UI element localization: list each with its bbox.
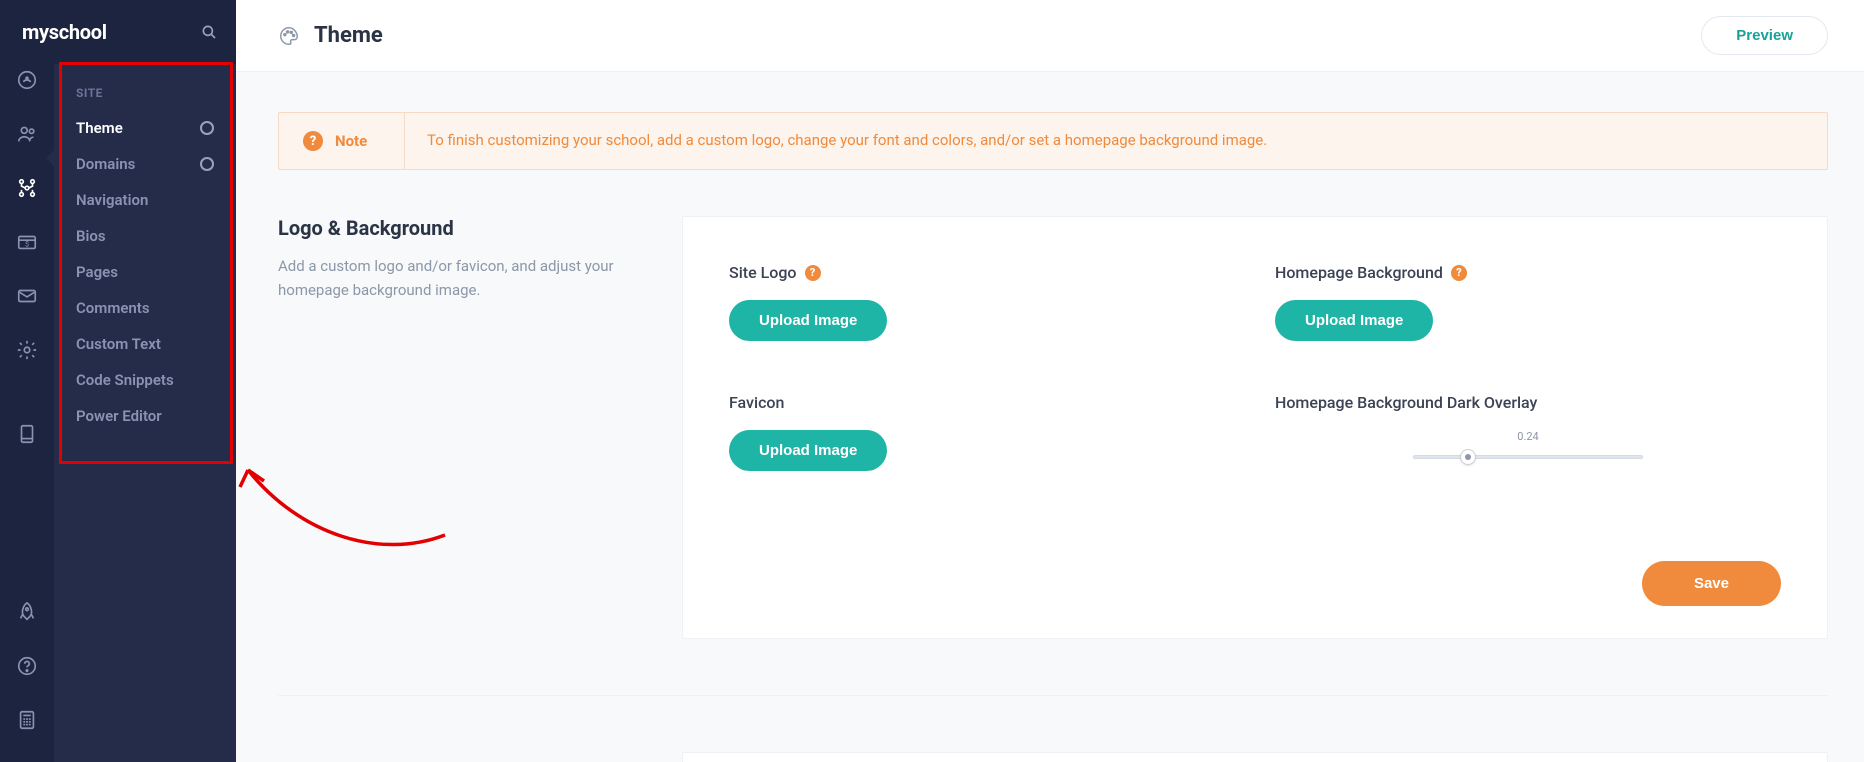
sidebar-item-power-editor[interactable]: Power Editor [54,398,236,434]
section-title: Logo & Background [278,216,658,240]
field-site-logo: Site Logo ? Upload Image [729,263,1235,341]
search-icon[interactable] [200,23,218,41]
help-icon[interactable] [15,654,39,678]
icon-rail: $ [0,0,54,762]
field-overlay: Homepage Background Dark Overlay 0.24 [1275,393,1781,471]
status-ring-icon [200,121,214,135]
field-label: Site Logo [729,263,797,282]
field-label: Homepage Background [1275,263,1443,282]
sidebar-item-label: Comments [76,299,150,317]
section-card: Site Logo ? Upload Image Homepage Backgr… [682,216,1828,639]
note-banner: ? Note To finish customizing your school… [278,112,1828,170]
slider-value: 0.24 [1517,430,1538,443]
note-text: To finish customizing your school, add a… [405,113,1289,169]
sidebar-item-bios[interactable]: Bios [54,218,236,254]
section-divider [278,695,1828,696]
preview-button[interactable]: Preview [1701,16,1828,55]
question-icon: ? [303,131,323,151]
sidebar-item-navigation[interactable]: Navigation [54,182,236,218]
note-badge: Note [335,132,367,150]
field-favicon: Favicon Upload Image [729,393,1235,471]
help-icon[interactable]: ? [1451,265,1467,281]
sidebar-item-label: Code Snippets [76,371,174,389]
sidebar-item-label: Custom Text [76,335,161,353]
sidebar-heading: SITE [54,80,236,110]
sidebar-item-theme[interactable]: Theme [54,110,236,146]
sidebar-item-label: Power Editor [76,407,162,425]
sidebar-item-label: Domains [76,155,135,173]
site-icon[interactable] [15,176,39,200]
sidebar: myschool SITE Theme Domains Navigation B… [54,0,236,762]
rocket-icon[interactable] [15,600,39,624]
page-title: Theme [314,23,383,48]
status-ring-icon [200,157,214,171]
palette-icon [278,25,300,47]
emails-icon[interactable] [15,284,39,308]
sidebar-item-label: Pages [76,263,118,281]
sidebar-item-custom-text[interactable]: Custom Text [54,326,236,362]
svg-text:$: $ [25,240,29,249]
content-area: ? Note To finish customizing your school… [236,72,1864,762]
upload-site-logo-button[interactable]: Upload Image [729,300,887,341]
sales-icon[interactable]: $ [15,230,39,254]
upload-favicon-button[interactable]: Upload Image [729,430,887,471]
active-indicator-icon [46,150,54,166]
slider-thumb[interactable] [1460,449,1476,465]
save-button[interactable]: Save [1642,561,1781,606]
main: Theme Preview ? Note To finish customizi… [236,0,1864,762]
sidebar-item-label: Bios [76,227,106,245]
brand-label: myschool [22,20,107,44]
calculator-icon[interactable] [15,708,39,732]
topbar: Theme Preview [236,0,1864,72]
sidebar-item-label: Theme [76,119,123,137]
settings-icon[interactable] [15,338,39,362]
tablet-icon[interactable] [15,422,39,446]
sidebar-item-code-snippets[interactable]: Code Snippets [54,362,236,398]
field-label: Favicon [729,393,784,412]
sidebar-item-domains[interactable]: Domains [54,146,236,182]
users-icon[interactable] [15,122,39,146]
upload-homepage-bg-button[interactable]: Upload Image [1275,300,1433,341]
section-desc: Add a custom logo and/or favicon, and ad… [278,254,658,302]
sidebar-item-pages[interactable]: Pages [54,254,236,290]
overlay-slider[interactable] [1413,449,1643,463]
sidebar-item-comments[interactable]: Comments [54,290,236,326]
field-homepage-bg: Homepage Background ? Upload Image [1275,263,1781,341]
help-icon[interactable]: ? [805,265,821,281]
field-label: Homepage Background Dark Overlay [1275,393,1537,412]
sidebar-item-label: Navigation [76,191,148,209]
dashboard-icon[interactable] [15,68,39,92]
